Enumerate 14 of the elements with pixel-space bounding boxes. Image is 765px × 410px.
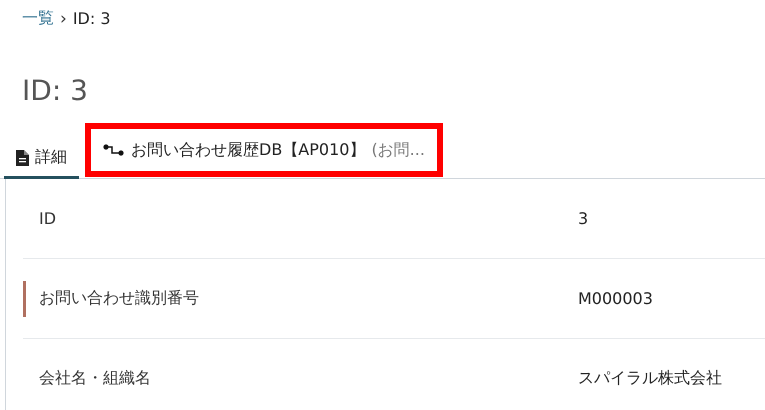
field-value: 3: [578, 209, 588, 228]
page-title: ID: 3: [22, 73, 89, 109]
tab[interactable]: お問い合わせ履歴DB【AP010】 (お問...: [85, 123, 443, 177]
tab[interactable]: 詳細: [4, 139, 79, 179]
field-value: M000003: [578, 289, 653, 308]
breadcrumb-link[interactable]: 一覧: [22, 8, 54, 29]
document-icon: [16, 150, 29, 166]
field-label: 会社名・組織名: [38, 368, 152, 389]
breadcrumb-separator: ›: [60, 8, 67, 28]
field-label: お問い合わせ識別番号: [38, 288, 200, 309]
connector-icon: [103, 144, 125, 156]
field-label: ID: [38, 209, 58, 228]
breadcrumb-current: ID: 3: [72, 9, 111, 28]
field-value: スパイラル株式会社: [578, 368, 722, 389]
